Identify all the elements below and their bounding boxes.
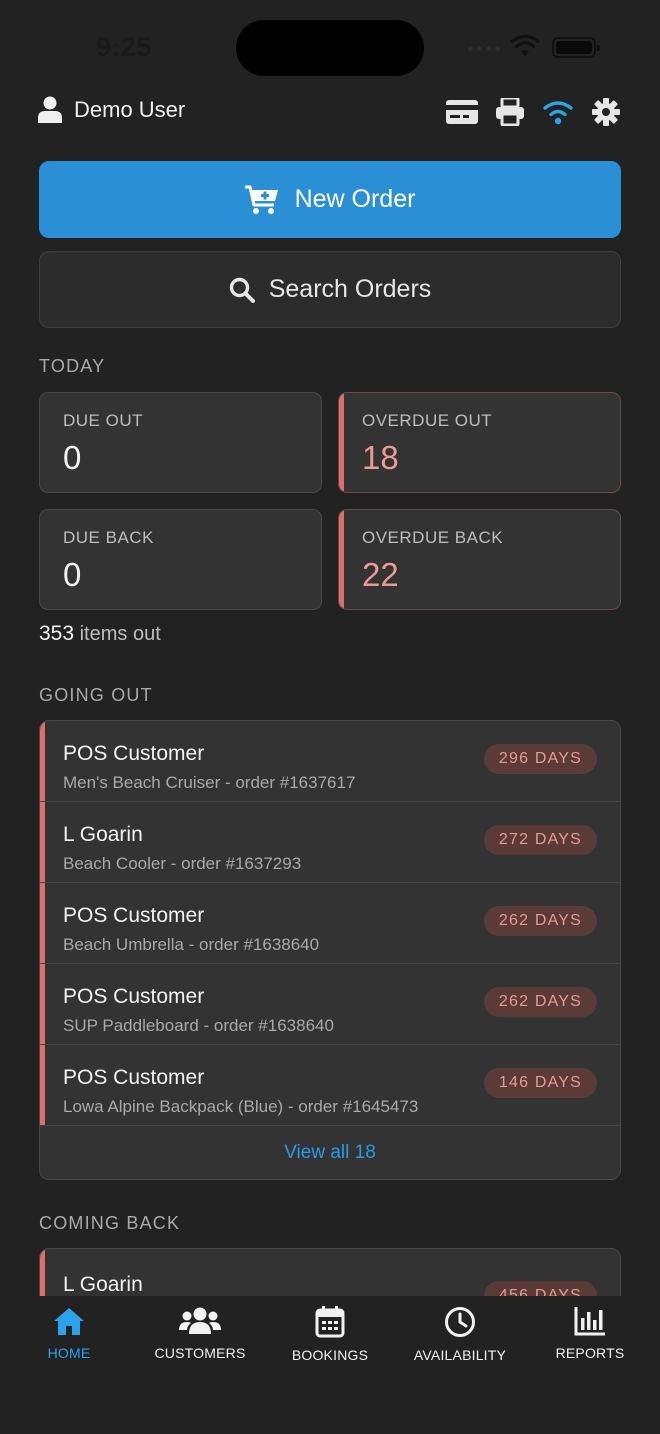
due-back-value: 0 bbox=[63, 556, 82, 593]
search-orders-label: Search Orders bbox=[268, 275, 432, 303]
order-row[interactable]: POS Customer Men's Beach Cruiser - order… bbox=[40, 721, 620, 802]
user-icon bbox=[38, 96, 62, 123]
order-row[interactable]: L Goarin Beach Cooler - order #1637293 2… bbox=[40, 802, 620, 883]
clock-icon bbox=[445, 1307, 475, 1337]
status-bar: 9:25 bbox=[0, 0, 660, 90]
overdue-back-value: 22 bbox=[362, 556, 399, 593]
due-back-card[interactable]: DUE BACK 0 bbox=[39, 509, 322, 610]
order-row[interactable]: POS Customer Lowa Alpine Backpack (Blue)… bbox=[40, 1045, 620, 1126]
coming-back-heading: COMING BACK bbox=[39, 1213, 181, 1233]
tab-reports[interactable]: REPORTS bbox=[525, 1306, 655, 1361]
overdue-back-label: OVERDUE BACK bbox=[362, 528, 504, 547]
order-row[interactable]: POS Customer SUP Paddleboard - order #16… bbox=[40, 964, 620, 1045]
due-out-label: DUE OUT bbox=[63, 411, 143, 430]
order-detail: Lowa Alpine Backpack (Blue) - order #164… bbox=[63, 1097, 419, 1116]
search-orders-button[interactable]: Search Orders bbox=[39, 251, 621, 328]
order-row[interactable]: POS Customer Beach Umbrella - order #163… bbox=[40, 883, 620, 964]
tab-reports-label: REPORTS bbox=[555, 1345, 625, 1361]
days-overdue-badge: 262 DAYS bbox=[483, 987, 597, 1017]
items-out-text: items out bbox=[79, 623, 161, 645]
new-order-button[interactable]: New Order bbox=[39, 161, 621, 238]
days-overdue-badge: 296 DAYS bbox=[483, 744, 597, 774]
top-bar: Demo User bbox=[38, 96, 622, 130]
items-out-summary: 353 items out bbox=[39, 622, 161, 646]
printer-icon[interactable] bbox=[494, 96, 526, 128]
user-name: Demo User bbox=[74, 96, 186, 122]
cart-plus-icon bbox=[244, 185, 278, 214]
dynamic-island bbox=[236, 20, 424, 76]
tab-customers-label: CUSTOMERS bbox=[154, 1345, 246, 1361]
battery-icon bbox=[552, 37, 600, 58]
due-out-value: 0 bbox=[63, 439, 82, 476]
status-time: 9:25 bbox=[96, 32, 153, 62]
order-detail: Beach Cooler - order #1637293 bbox=[63, 854, 302, 873]
due-back-label: DUE BACK bbox=[63, 528, 154, 547]
tab-availability[interactable]: AVAILABILITY bbox=[395, 1306, 525, 1363]
days-overdue-badge: 272 DAYS bbox=[483, 825, 597, 855]
tab-bookings[interactable]: BOOKINGS bbox=[265, 1306, 395, 1363]
overdue-out-card[interactable]: OVERDUE OUT 18 bbox=[338, 392, 621, 493]
order-detail: SUP Paddleboard - order #1638640 bbox=[63, 1016, 334, 1035]
overdue-out-value: 18 bbox=[362, 439, 399, 476]
overdue-back-card[interactable]: OVERDUE BACK 22 bbox=[338, 509, 621, 610]
search-icon bbox=[229, 277, 255, 303]
new-order-label: New Order bbox=[294, 185, 416, 213]
users-icon bbox=[179, 1307, 221, 1334]
days-overdue-badge: 146 DAYS bbox=[483, 1068, 597, 1098]
tab-home-label: HOME bbox=[47, 1345, 91, 1361]
today-heading: TODAY bbox=[39, 356, 106, 376]
gear-icon[interactable] bbox=[590, 96, 622, 128]
items-out-count: 353 bbox=[39, 622, 75, 645]
wifi-icon[interactable] bbox=[542, 96, 574, 128]
card-reader-icon[interactable] bbox=[446, 96, 478, 128]
signal-icon bbox=[468, 46, 500, 51]
order-detail: Beach Umbrella - order #1638640 bbox=[63, 935, 320, 954]
user-menu[interactable]: Demo User bbox=[38, 96, 185, 123]
going-out-heading: GOING OUT bbox=[39, 685, 153, 705]
status-wifi-icon bbox=[510, 34, 540, 56]
bottom-tab-bar: HOME CUSTOMERS BOOKINGS AVAILABILITY REP… bbox=[0, 1296, 660, 1434]
days-overdue-badge: 262 DAYS bbox=[483, 906, 597, 936]
bar-chart-icon bbox=[574, 1307, 605, 1336]
overdue-out-label: OVERDUE OUT bbox=[362, 411, 493, 430]
due-out-card[interactable]: DUE OUT 0 bbox=[39, 392, 322, 493]
order-detail: Men's Beach Cruiser - order #1637617 bbox=[63, 773, 356, 792]
going-out-list: POS Customer Men's Beach Cruiser - order… bbox=[39, 720, 621, 1180]
calendar-icon bbox=[315, 1306, 345, 1338]
tab-customers[interactable]: CUSTOMERS bbox=[135, 1306, 265, 1361]
tab-availability-label: AVAILABILITY bbox=[413, 1347, 507, 1363]
home-icon bbox=[54, 1308, 84, 1335]
tab-bookings-label: BOOKINGS bbox=[291, 1347, 369, 1363]
tab-home[interactable]: HOME bbox=[4, 1306, 134, 1361]
view-all-link[interactable]: View all 18 bbox=[40, 1126, 620, 1179]
